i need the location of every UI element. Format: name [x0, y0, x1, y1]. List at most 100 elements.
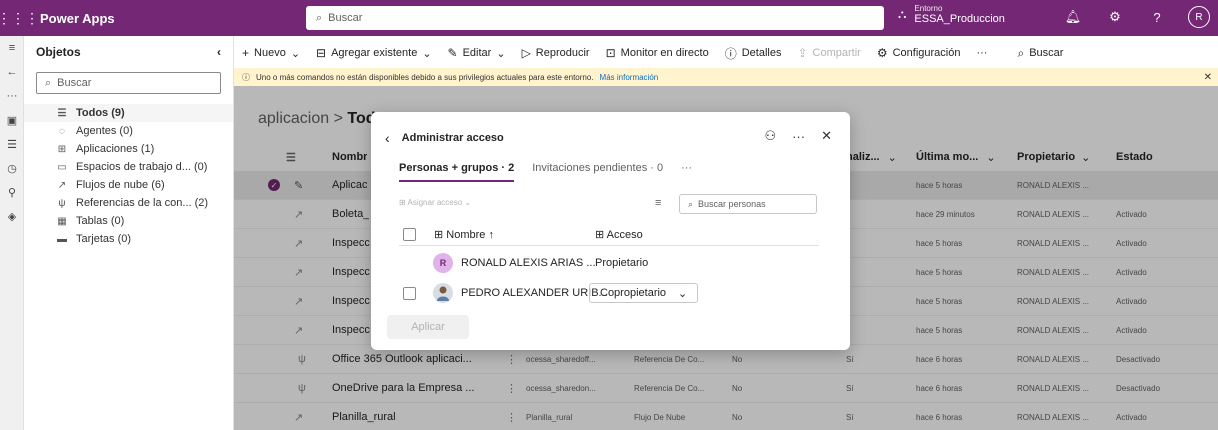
people-search-input[interactable]: ⌕ Buscar personas — [679, 194, 817, 214]
objects-item-label: Todos (9) — [76, 107, 125, 119]
info-message: Uno o más comandos no están disponibles … — [256, 72, 594, 82]
objects-search-placeholder: Buscar — [57, 77, 92, 89]
objects-item-cloud-flows[interactable]: ↗ Flujos de nube (6) — [24, 176, 233, 194]
settings-button[interactable]: ⚙ Configuración — [877, 46, 961, 60]
details-button[interactable]: ⓘ Detalles — [725, 45, 782, 62]
objects-panel: Objetos ‹ ⌕ Buscar ☰ Todos (9) ◌ Agentes… — [24, 36, 234, 430]
objects-item-connection-refs[interactable]: ψ Referencias de la con... (2) — [24, 194, 233, 212]
history-icon[interactable]: ◷ — [0, 156, 24, 180]
info-icon: ⓘ — [242, 72, 250, 82]
left-rail: ≡ ← ··· ▣ ☰ ◷ ⚲ ◈ — [0, 36, 24, 430]
settings-icon[interactable]: ⚙ — [1104, 6, 1126, 28]
agent-icon: ◌ — [59, 125, 65, 137]
tab-people-groups[interactable]: Personas + grupos · 2 — [399, 162, 515, 182]
edit-button[interactable]: ✎ Editar ⌄ — [448, 46, 506, 60]
plug-icon: ψ — [58, 197, 66, 209]
edit-label: Editar — [462, 47, 492, 59]
objects-item-label: Tarjetas (0) — [76, 233, 132, 245]
more-info-link[interactable]: Más información — [600, 73, 659, 82]
person-column-icon: ⊞ — [434, 229, 447, 241]
command-search-button[interactable]: ⌕ Buscar — [1017, 46, 1063, 61]
select-all-checkbox[interactable] — [403, 228, 416, 241]
help-icon[interactable]: ? — [1146, 6, 1168, 28]
search-icon: ⌕ — [1017, 45, 1025, 60]
share-label: Compartir — [812, 47, 861, 59]
people-grid-header: ⊞ Nombre ↑ ⊞ Acceso — [399, 224, 819, 246]
chevron-down-icon: ⌄ — [422, 47, 432, 60]
people-search-placeholder: Buscar personas — [698, 199, 766, 209]
more-icon[interactable]: ··· — [0, 84, 24, 108]
environment-picker[interactable]: ⛬ Entorno ESSA_Produccion — [898, 4, 1005, 25]
tab-more[interactable]: ··· — [681, 162, 692, 182]
settings-label: Configuración — [892, 47, 961, 59]
column-access-header[interactable]: ⊞ Acceso — [595, 228, 643, 241]
app-launcher-icon[interactable]: ⋮⋮⋮ — [0, 0, 39, 36]
more-commands-button[interactable]: ··· — [976, 47, 987, 59]
list-icon: ☰ — [57, 107, 67, 119]
solution-checker-icon[interactable]: ◈ — [0, 204, 24, 228]
objects-item-workspaces[interactable]: ▭ Espacios de trabajo d... (0) — [24, 158, 233, 176]
objects-item-apps[interactable]: ⊞ Aplicaciones (1) — [24, 140, 233, 158]
close-icon[interactable]: ✕ — [821, 128, 832, 144]
objects-item-tables[interactable]: ▦ Tablas (0) — [24, 212, 233, 230]
objects-item-agents[interactable]: ◌ Agentes (0) — [24, 122, 233, 140]
access-column-icon: ⊞ — [595, 229, 607, 241]
info-icon: ⓘ — [724, 46, 737, 61]
share-button[interactable]: ⇪ Compartir — [797, 46, 860, 60]
pipelines-icon[interactable]: ⚲ — [0, 180, 24, 204]
menu-icon[interactable]: ≡ — [0, 36, 24, 60]
back-icon[interactable]: ‹ — [385, 130, 390, 146]
command-search-label: Buscar — [1029, 47, 1064, 59]
apply-button[interactable]: Aplicar — [387, 315, 469, 339]
access-level-value: Copropietario — [600, 287, 667, 299]
objects-icon[interactable]: ☰ — [0, 132, 24, 156]
person-name: RONALD ALEXIS ARIAS ... — [461, 257, 596, 269]
global-search-input[interactable]: ⌕ Buscar — [306, 6, 884, 30]
search-icon: ⌕ — [45, 76, 52, 89]
people-settings-icon[interactable]: ⚇ — [764, 128, 776, 144]
live-monitor-button[interactable]: ⊡ Monitor en directo — [606, 46, 709, 60]
objects-item-cards[interactable]: ▬ Tarjetas (0) — [24, 230, 233, 248]
play-icon: ▷ — [521, 46, 531, 60]
top-bar: ⋮⋮⋮ Power Apps ⌕ Buscar ⛬ Entorno ESSA_P… — [0, 0, 1218, 36]
list-item[interactable]: R RONALD ALEXIS ARIAS ... Propietario — [399, 248, 819, 278]
objects-item-label: Aplicaciones (1) — [76, 143, 155, 155]
assign-access-button[interactable]: ⊞ Asignar acceso ⌄ — [399, 198, 471, 207]
close-icon[interactable]: ✕ — [1204, 72, 1212, 83]
plus-icon: + — [242, 46, 250, 60]
person-name: PEDRO ALEXANDER URIB... — [461, 287, 608, 299]
app-name[interactable]: Power Apps — [40, 11, 115, 26]
notifications-icon[interactable]: 🔔︎ — [1062, 6, 1084, 28]
row-checkbox[interactable] — [403, 286, 416, 300]
new-button[interactable]: + Nuevo ⌄ — [242, 46, 300, 60]
column-name-label: Nombre ↑ — [446, 229, 494, 241]
environment-label: Entorno — [914, 4, 943, 13]
objects-item-all[interactable]: ☰ Todos (9) — [24, 104, 233, 122]
overview-icon[interactable]: ▣ — [0, 108, 24, 132]
filter-icon[interactable]: ≡ — [655, 197, 661, 209]
dialog-title: Administrar acceso — [401, 132, 504, 144]
add-existing-button[interactable]: ⊟ Agregar existente ⌄ — [316, 46, 432, 60]
avatar — [433, 283, 453, 303]
play-button[interactable]: ▷ Reproducir — [522, 46, 590, 60]
tab-pending-invitations[interactable]: Invitaciones pendientes · 0 — [532, 162, 663, 182]
more-options-icon[interactable]: ··· — [792, 129, 805, 144]
manage-access-dialog: ‹ Administrar acceso ⚇ ··· ✕ Personas + … — [371, 112, 850, 350]
back-icon[interactable]: ← — [0, 60, 24, 84]
apps-icon: ⊞ — [57, 143, 67, 155]
objects-item-label: Referencias de la con... (2) — [76, 197, 209, 209]
privileges-info-bar: ⓘ Uno o más comandos no están disponible… — [234, 68, 1218, 86]
user-avatar[interactable]: R — [1188, 6, 1210, 28]
add-existing-label: Agregar existente — [331, 47, 418, 59]
details-label: Detalles — [741, 47, 782, 59]
person-access: Propietario — [595, 257, 649, 269]
access-level-dropdown[interactable]: Copropietario ⌄ — [589, 283, 699, 303]
list-item[interactable]: PEDRO ALEXANDER URIB... Copropietario ⌄ — [399, 278, 819, 308]
search-icon: ⌕ — [688, 198, 694, 209]
column-name-header[interactable]: ⊞ Nombre ↑ — [434, 228, 494, 241]
chevron-down-icon: ⌄ — [290, 47, 301, 60]
objects-search-input[interactable]: ⌕ Buscar — [36, 72, 221, 94]
collapse-panel-icon[interactable]: ‹ — [217, 45, 221, 59]
objects-item-label: Tablas (0) — [76, 215, 125, 227]
command-bar: + Nuevo ⌄ ⊟ Agregar existente ⌄ ✎ Editar ⌄ ▷ Re… — [234, 40, 1218, 66]
